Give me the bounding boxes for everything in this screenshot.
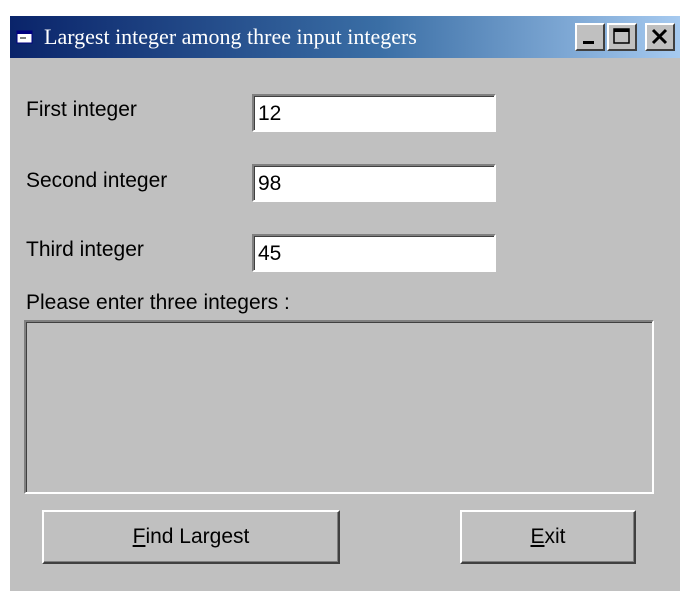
second-integer-input[interactable]: 98 <box>252 164 496 202</box>
exit-label: xit <box>544 525 566 548</box>
app-window-icon[interactable] <box>16 29 34 45</box>
title-bar[interactable]: Largest integer among three input intege… <box>10 16 680 58</box>
maximize-button[interactable] <box>607 23 637 51</box>
third-integer-input[interactable]: 45 <box>252 234 496 272</box>
output-area[interactable] <box>24 320 654 494</box>
minimize-button[interactable] <box>575 23 605 51</box>
third-integer-label: Third integer <box>26 238 144 261</box>
minimize-icon <box>583 41 594 44</box>
window-title: Largest integer among three input intege… <box>44 24 417 49</box>
exit-button[interactable]: Exit <box>460 510 636 564</box>
exit-mnemonic: E <box>530 525 545 548</box>
first-integer-input[interactable]: 12 <box>252 94 496 132</box>
find-largest-mnemonic: F <box>132 525 146 548</box>
first-integer-label: First integer <box>26 98 137 121</box>
close-button[interactable] <box>645 23 675 51</box>
second-integer-label: Second integer <box>26 169 168 192</box>
find-largest-button[interactable]: Find Largest <box>42 510 340 564</box>
close-icon <box>651 28 668 45</box>
main-window: Largest integer among three input intege… <box>10 16 680 591</box>
maximize-icon <box>613 28 630 44</box>
find-largest-label: ind Largest <box>145 525 250 548</box>
prompt-label: Please enter three integers : <box>26 291 290 314</box>
